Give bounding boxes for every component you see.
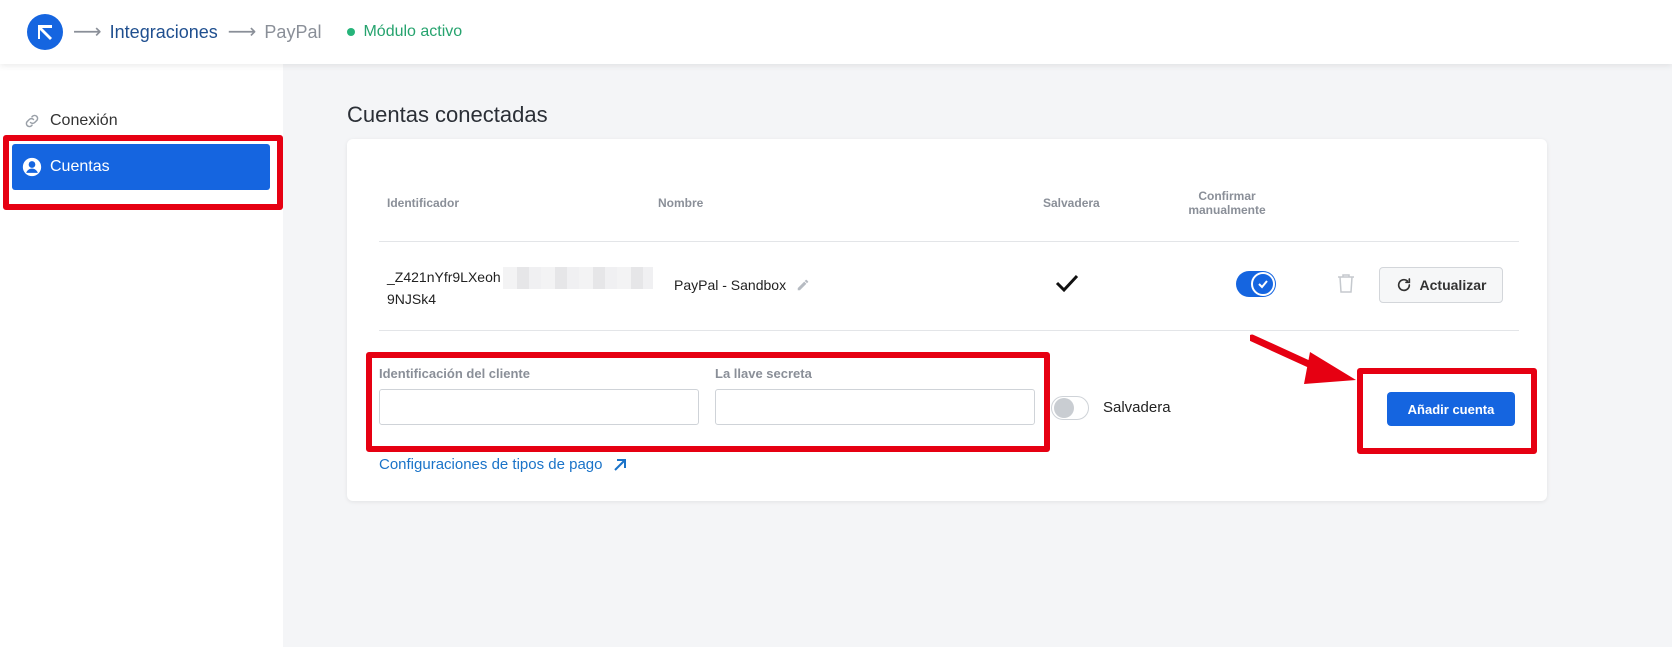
payment-types-link-text: Configuraciones de tipos de pago	[379, 456, 603, 473]
link-icon	[22, 111, 42, 131]
breadcrumb-arrow-icon: ⟶	[227, 21, 257, 43]
breadcrumb-current: PayPal	[264, 21, 322, 42]
column-header-sandbox: Salvadera	[1043, 196, 1100, 210]
top-bar: ⟶ Integraciones ⟶ PayPal Módulo activo	[0, 0, 1672, 64]
account-id-line2: 9NJSk4	[387, 291, 437, 308]
module-status: Módulo activo	[363, 23, 463, 40]
sandbox-check-icon	[1055, 273, 1079, 298]
payment-types-link[interactable]: Configuraciones de tipos de pago	[379, 456, 627, 473]
breadcrumb-arrow-icon: ⟶	[73, 21, 102, 43]
toggle-knob	[1054, 398, 1074, 418]
sandbox-toggle[interactable]	[1051, 396, 1089, 420]
account-identifier: _Z421nYfr9LXeoh 9NJSk4	[387, 267, 653, 309]
annotation-highlight-form	[366, 352, 1050, 452]
refresh-button[interactable]: Actualizar	[1379, 267, 1503, 303]
column-header-id: Identificador	[387, 196, 460, 210]
account-id-line1: _Z421nYfr9LXeoh	[387, 269, 501, 285]
annotation-arrow-icon	[1250, 334, 1356, 384]
account-name-text: PayPal - Sandbox	[674, 277, 787, 293]
sidebar-item-label: Conexión	[50, 112, 118, 129]
status-dot-icon	[347, 28, 356, 36]
confirm-manually-toggle[interactable]	[1236, 271, 1276, 297]
page-title: Cuentas conectadas	[347, 102, 548, 127]
edit-pencil-icon[interactable]	[796, 278, 810, 292]
toggle-check-icon	[1251, 272, 1275, 296]
refresh-icon	[1396, 277, 1412, 293]
account-name: PayPal - Sandbox	[674, 277, 810, 293]
refresh-label: Actualizar	[1419, 277, 1487, 293]
column-header-name: Nombre	[658, 196, 704, 210]
annotation-highlight-sidebar	[3, 135, 283, 210]
divider	[379, 241, 1519, 242]
redacted-block	[502, 267, 653, 290]
column-header-confirm: Confirmar manualmente	[1188, 189, 1266, 217]
annotation-highlight-add-button	[1357, 368, 1537, 454]
sandbox-toggle-label: Salvadera	[1103, 399, 1171, 416]
breadcrumb-integrations-link[interactable]: Integraciones	[110, 22, 218, 43]
app-logo-icon[interactable]	[27, 14, 63, 50]
delete-trash-icon[interactable]	[1337, 273, 1355, 298]
external-link-arrow-icon	[613, 458, 627, 472]
